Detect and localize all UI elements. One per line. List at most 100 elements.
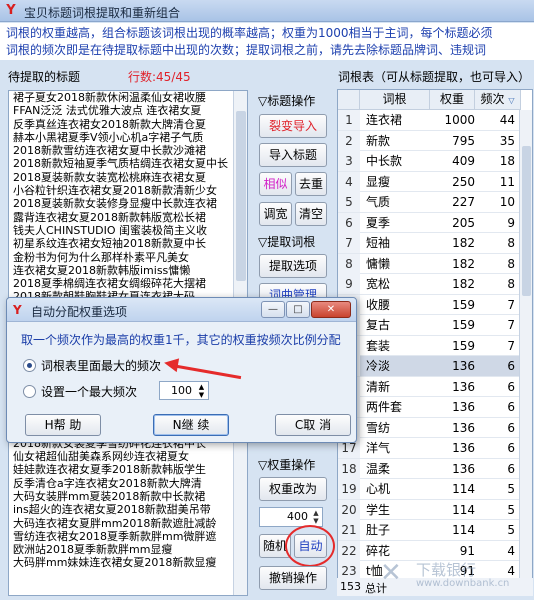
split-import-button[interactable]: 裂变导入	[259, 114, 327, 138]
scroll-thumb[interactable]	[522, 146, 531, 296]
table-row[interactable]: 5 气质 227 10	[338, 192, 520, 213]
table-row[interactable]: 14清新1366	[338, 376, 520, 397]
weight-cell: 159	[452, 297, 475, 312]
freq-cell: 6	[507, 359, 515, 373]
table-row[interactable]: 1 连衣裙 1000 44	[338, 110, 520, 131]
root-cell: 温柔	[366, 461, 391, 476]
weight-cell: 159	[452, 318, 475, 332]
similar-button[interactable]: 相似	[259, 172, 292, 196]
chevron-down-icon[interactable]: ▼	[196, 391, 207, 399]
root-cell: 碎花	[366, 543, 391, 558]
adjust-width-button[interactable]: 调宽	[259, 202, 292, 226]
table-row[interactable]: 3 中长款 409 18	[338, 151, 520, 172]
table-row[interactable]: 17 洋气 136 6	[338, 438, 520, 459]
root-cell: 两件套	[366, 400, 403, 414]
dialog-description: 取一个频次作为最高的权重1千，其它的权重按频次比例分配	[21, 333, 341, 347]
footer-label: 总计	[365, 582, 387, 595]
option-custom-max-label[interactable]: 设置一个最大频次	[41, 383, 137, 400]
table-row[interactable]: 19 心机 114 5	[338, 479, 520, 500]
help-button[interactable]: H帮 助	[25, 414, 101, 436]
set-weight-button[interactable]: 权重改为	[259, 477, 327, 501]
table-row[interactable]: 6 夏季 205 9	[338, 212, 520, 233]
root-cell: 连衣裙	[366, 113, 403, 127]
import-titles-button[interactable]: 导入标题	[259, 143, 327, 167]
table-row[interactable]: 11复古1597	[338, 315, 520, 336]
row-index: 22	[338, 540, 360, 561]
freq-cell: 5	[507, 523, 515, 537]
table-row[interactable]: 16雪纺1366	[338, 417, 520, 438]
weight-cell: 227	[452, 195, 475, 209]
title-line: 小谷粒针织连衣裙女夏2018新款清新少女	[13, 184, 217, 198]
continue-button[interactable]: N继 续	[153, 414, 229, 436]
freq-cell: 8	[507, 277, 515, 291]
title-line: 大码连衣裙女夏胖mm2018新款遮肚减龄	[13, 516, 217, 530]
auto-weight-dialog: Y 自动分配权重选项 — □ ✕ 取一个频次作为最高的权重1千，其它的权重按频次…	[6, 297, 357, 443]
table-row[interactable]: 7 短袖 182 8	[338, 233, 520, 254]
titles-header: 待提取的标题	[8, 70, 81, 84]
table-row[interactable]: 8 慵懒 182 8	[338, 253, 520, 274]
table-row[interactable]: 13冷淡1366	[338, 356, 520, 377]
freq-cell: 35	[499, 133, 515, 148]
root-cell: 清新	[366, 379, 391, 394]
chevron-up-icon[interactable]: ▲	[311, 509, 321, 517]
clear-button[interactable]: 清空	[295, 202, 327, 226]
root-cell: 宽松	[366, 277, 391, 291]
radio-max-frequency[interactable]	[23, 359, 36, 372]
freq-cell: 9	[507, 215, 515, 230]
table-row[interactable]: 9 宽松 182 8	[338, 274, 520, 295]
col-index-header	[338, 90, 360, 110]
table-row[interactable]: 15两件套1366	[338, 397, 520, 418]
cancel-button[interactable]: C取 消	[275, 414, 351, 436]
freq-cell: 8	[507, 236, 515, 250]
weight-stepper[interactable]: 400 ▲ ▼	[259, 507, 323, 527]
table-row[interactable]: 12套装1597	[338, 335, 520, 356]
radio-custom-max[interactable]	[23, 385, 36, 398]
minimize-icon[interactable]: —	[261, 301, 285, 318]
info-line-2: 词根的频次即是在待提取标题中出现的次数；提取词根之前，请先去除标题品牌词、违规词	[6, 43, 487, 57]
dedup-button[interactable]: 去重	[295, 172, 327, 196]
option-max-frequency-label[interactable]: 词根表里面最大的频次	[41, 357, 161, 374]
freq-cell: 10	[499, 195, 515, 209]
max-frequency-input[interactable]: 100 ▲ ▼	[159, 381, 209, 400]
section-weight: ▽权重操作	[258, 458, 316, 472]
weight-cell: 159	[452, 338, 475, 353]
table-row[interactable]: 21 肚子 114 5	[338, 520, 520, 541]
freq-cell: 7	[507, 318, 515, 332]
extract-options-button[interactable]: 提取选项	[259, 254, 327, 278]
footer-count: 153	[340, 580, 361, 593]
auto-button[interactable]: 自动	[294, 534, 327, 558]
title-line: 初星系纹连衣裙女短袖2018新款夏中长	[13, 237, 206, 251]
table-footer: 153 总计	[337, 578, 533, 596]
col-weight-header[interactable]: 权重	[430, 90, 475, 110]
table-row[interactable]: 18 温柔 136 6	[338, 458, 520, 479]
weight-cell: 114	[452, 482, 475, 496]
table-row[interactable]: 20 学生 114 5	[338, 499, 520, 520]
chevron-down-icon[interactable]: ▼	[311, 517, 321, 525]
row-index: 3	[338, 151, 360, 171]
title-line: 2018新款雪纺连衣裙女夏中长款沙滩裙	[13, 144, 206, 158]
table-row[interactable]: 4 显瘦 250 11	[338, 171, 520, 192]
weight-cell: 136	[452, 420, 475, 435]
random-button[interactable]: 随机	[259, 534, 291, 558]
table-scrollbar[interactable]	[519, 110, 532, 595]
info-panel: 词根的权重越高，组合标题该词根出现的概率越高；权重为1000相当于主词，每个标题…	[0, 23, 534, 60]
col-root-header[interactable]: 词根	[360, 90, 430, 110]
title-line: 2018新款短袖夏季气质桔绸连衣裙女夏中长	[13, 157, 228, 171]
root-cell: 套装	[366, 338, 391, 353]
chevron-up-icon[interactable]: ▲	[196, 383, 207, 391]
table-row[interactable]: 22 碎花 91 4	[338, 540, 520, 561]
close-icon[interactable]: ✕	[311, 301, 351, 318]
table-row[interactable]: 2 新款 795 35	[338, 130, 520, 151]
undo-button[interactable]: 撤销操作	[259, 566, 327, 590]
scroll-thumb[interactable]	[236, 111, 246, 281]
title-line: 雪纺连衣裙女2018夏季新款胖mm微胖遮	[13, 529, 217, 543]
table-row[interactable]: 10收腰1597	[338, 294, 520, 315]
col-freq-header[interactable]: 频次 ▽	[475, 90, 521, 110]
maximize-icon[interactable]: □	[286, 301, 310, 318]
title-line: 大码胖mm妹妹连衣裙女夏2018新款显瘦	[13, 556, 217, 570]
dialog-titlebar[interactable]: Y 自动分配权重选项 — □ ✕	[7, 298, 356, 322]
root-cell: 中长款	[366, 154, 403, 168]
roots-table[interactable]: 词根 权重 频次 ▽ 1 连衣裙 1000 44 2 新款 795 35 3 中长款 409 18 4 显…	[337, 89, 533, 596]
row-index: 8	[338, 253, 360, 274]
root-cell: 慵懒	[366, 256, 391, 271]
